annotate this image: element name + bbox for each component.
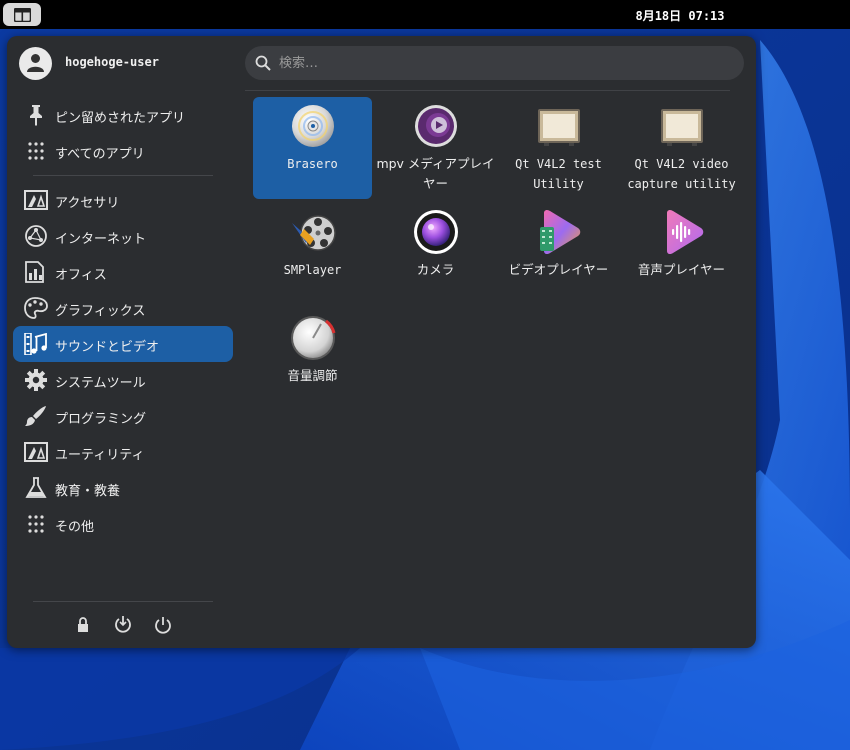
brasero-disc-icon (292, 105, 334, 147)
multimedia-icon (24, 333, 47, 355)
app-label: mpv メディアプレイヤー (376, 156, 495, 191)
internet-icon (25, 225, 47, 247)
category-education[interactable]: 教育・教養 (13, 470, 233, 506)
search-icon (255, 55, 271, 71)
category-internet[interactable]: インターネット (13, 218, 233, 254)
app-volume-control[interactable]: 音量調節 (253, 309, 372, 411)
app-label: カメラ (416, 262, 455, 277)
other-grid-icon (28, 515, 44, 533)
logout-icon (115, 616, 131, 633)
app-camera[interactable]: カメラ (376, 203, 495, 305)
lock-icon (78, 617, 88, 632)
category-other[interactable]: その他 (13, 506, 233, 542)
power-icon (155, 617, 171, 634)
category-label: その他 (55, 520, 95, 535)
education-flask-icon (25, 477, 47, 498)
qvidcap-icon (661, 109, 703, 146)
category-system-tools[interactable]: システムツール (13, 362, 233, 398)
category-label: グラフィックス (55, 304, 146, 319)
app-label: Brasero (287, 157, 338, 171)
category-label: オフィス (55, 268, 107, 283)
category-label: アクセサリ (55, 196, 120, 211)
audio-player-icon (667, 209, 704, 255)
smplayer-icon (292, 215, 336, 251)
category-graphics[interactable]: グラフィックス (13, 290, 233, 326)
graphics-icon (24, 297, 48, 319)
category-office[interactable]: オフィス (13, 254, 233, 290)
panel-clock[interactable]: 8月18日 07:13 (560, 7, 800, 24)
category-label: ユーティリティ (55, 448, 145, 463)
category-label: インターネット (55, 232, 147, 247)
category-label: ピン留めされたアプリ (55, 111, 186, 126)
app-label: 音量調節 (287, 368, 338, 383)
app-qt-v4l2-test[interactable]: Qt V4L2 test Utility (499, 97, 618, 199)
app-label: 音声プレイヤー (637, 262, 726, 277)
category-utilities[interactable]: ユーティリティ (13, 434, 233, 470)
app-label: Qt V4L2 video capture utility (627, 157, 736, 191)
app-audio-player[interactable]: 音声プレイヤー (622, 203, 741, 305)
video-player-icon (540, 209, 581, 255)
user-avatar[interactable] (19, 47, 52, 80)
application-menu: hogehoge-user ピン留めされたアプリ すべてのアプリ アクセサリ (7, 36, 756, 648)
search-divider (245, 90, 730, 91)
search-box[interactable] (245, 46, 744, 80)
category-accessories[interactable]: アクセサリ (13, 182, 233, 218)
category-label: システムツール (55, 376, 146, 391)
app-qt-v4l2-video-capture[interactable]: Qt V4L2 video capture utility (622, 97, 741, 199)
category-pinned-apps[interactable]: ピン留めされたアプリ (13, 97, 233, 133)
qv4l2-icon (538, 109, 580, 146)
shutdown-button[interactable] (152, 614, 174, 636)
app-mpv[interactable]: mpv メディアプレイヤー (376, 97, 495, 199)
app-label: Qt V4L2 test Utility (515, 157, 602, 191)
user-icon (27, 54, 44, 72)
grid-icon (28, 142, 44, 160)
system-gear-icon (25, 369, 47, 391)
mpv-icon (415, 105, 457, 147)
accessories-icon (24, 190, 48, 210)
logout-button[interactable] (112, 614, 134, 636)
app-label: SMPlayer (283, 263, 342, 277)
user-name: hogehoge-user (65, 55, 159, 69)
session-divider (33, 601, 213, 602)
volume-control-icon (291, 316, 336, 360)
category-label: プログラミング (55, 412, 147, 427)
lock-screen-button[interactable] (72, 614, 94, 636)
utilities-icon (24, 442, 48, 462)
office-icon (25, 261, 44, 283)
app-smplayer[interactable]: SMPlayer (253, 203, 372, 305)
category-sound-and-video[interactable]: サウンドとビデオ (13, 326, 233, 362)
category-programming[interactable]: プログラミング (13, 398, 233, 434)
category-all-apps[interactable]: すべてのアプリ (13, 133, 233, 169)
menu-layout-icon (14, 8, 31, 22)
pin-icon (30, 105, 42, 126)
category-divider (33, 175, 213, 176)
applications-menu-button[interactable] (3, 3, 41, 26)
top-panel: 8月18日 07:13 (0, 0, 850, 29)
programming-icon (25, 406, 46, 426)
app-label: ビデオプレイヤー (508, 262, 609, 277)
search-input[interactable] (279, 54, 719, 72)
camera-icon (414, 210, 458, 254)
category-label: サウンドとビデオ (55, 340, 160, 355)
app-brasero[interactable]: Brasero (253, 97, 372, 199)
app-video-player[interactable]: ビデオプレイヤー (499, 203, 618, 305)
category-label: 教育・教養 (55, 484, 121, 499)
category-label: すべてのアプリ (55, 147, 145, 162)
